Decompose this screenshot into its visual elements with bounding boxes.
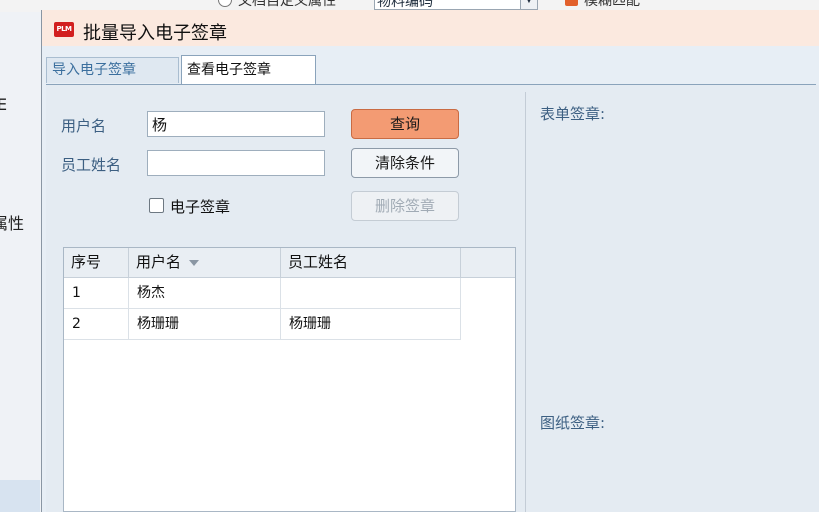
background-option-label: 文档自定义属性: [238, 0, 336, 9]
batch-import-dialog: PLM 批量导入电子签章 导入电子签章 查看电子签章 用户名 员工姓名 电子签章…: [41, 10, 819, 512]
table-row[interactable]: 2 杨珊珊 杨珊珊: [64, 309, 461, 340]
panel-divider[interactable]: [525, 92, 526, 512]
background-left-text-1: E: [0, 95, 8, 114]
column-header-username[interactable]: 用户名: [129, 248, 281, 277]
chevron-down-icon[interactable]: ▼: [520, 0, 537, 9]
cell-index: 2: [64, 309, 129, 339]
background-left-selection: [0, 480, 40, 512]
employee-name-label: 员工姓名: [61, 156, 122, 174]
column-header-employee[interactable]: 员工姓名: [281, 248, 461, 277]
esign-checkbox-label: 电子签章: [170, 198, 231, 216]
cell-username: 杨杰: [129, 278, 281, 308]
query-button[interactable]: 查询: [351, 109, 459, 139]
column-header-index-label: 序号: [71, 253, 102, 271]
esign-table: 序号 用户名 员工姓名 1 杨杰 2 杨珊珊 杨珊珊: [63, 247, 516, 512]
drawing-signature-label: 图纸签章:: [540, 414, 606, 432]
delete-esign-button[interactable]: 删除签章: [351, 191, 459, 221]
esign-checkbox[interactable]: [149, 198, 164, 213]
dialog-title: 批量导入电子签章: [83, 23, 227, 44]
background-combo[interactable]: 物料编码 ▼: [374, 0, 538, 10]
cell-username: 杨珊珊: [129, 309, 281, 339]
column-header-employee-label: 员工姓名: [288, 253, 349, 271]
background-check-label: 模糊匹配: [584, 0, 640, 9]
column-header-index[interactable]: 序号: [64, 248, 129, 277]
plm-app-icon: PLM: [54, 22, 74, 37]
background-left-text-2: 属性: [0, 214, 25, 233]
cell-employee: [281, 278, 461, 308]
sort-desc-icon[interactable]: [189, 259, 200, 266]
table-header: 序号 用户名 员工姓名: [64, 248, 515, 278]
cell-index: 1: [64, 278, 129, 308]
background-checkbox[interactable]: [565, 0, 578, 6]
background-radio[interactable]: [218, 0, 232, 7]
background-left-panel: E 属性: [0, 12, 42, 512]
column-header-username-label: 用户名: [136, 253, 182, 271]
employee-name-input[interactable]: [147, 150, 325, 176]
tab-import-esign[interactable]: 导入电子签章: [46, 57, 179, 83]
username-label: 用户名: [61, 117, 107, 135]
username-input[interactable]: [147, 111, 325, 137]
dialog-titlebar[interactable]: PLM 批量导入电子签章: [42, 10, 819, 46]
cell-employee: 杨珊珊: [281, 309, 461, 339]
form-signature-label: 表单签章:: [540, 105, 606, 123]
search-panel: 用户名 员工姓名 电子签章 查询 清除条件 删除签章 序号 用户名 员工姓名 1…: [46, 85, 523, 512]
table-row[interactable]: 1 杨杰: [64, 278, 461, 309]
tab-content: 用户名 员工姓名 电子签章 查询 清除条件 删除签章 序号 用户名 员工姓名 1…: [46, 85, 819, 512]
clear-conditions-button[interactable]: 清除条件: [351, 148, 459, 178]
tab-view-esign[interactable]: 查看电子签章: [181, 55, 316, 85]
